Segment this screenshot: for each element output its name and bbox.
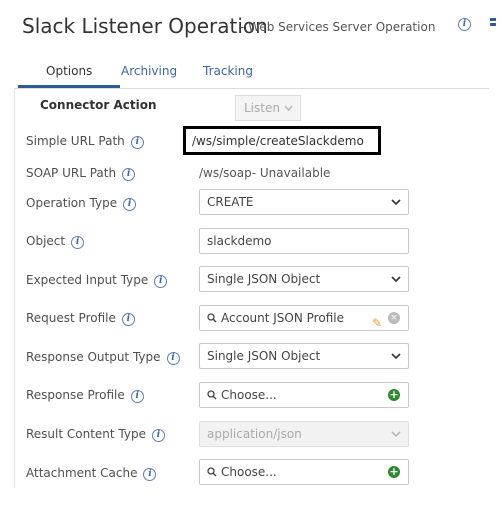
tab-divider xyxy=(14,88,489,89)
simple-url-path-value: /ws/simple/createSlackdemo xyxy=(192,134,364,148)
search-icon xyxy=(207,461,217,485)
info-icon[interactable]: i xyxy=(122,168,136,181)
title-info-icon[interactable]: i xyxy=(458,18,471,31)
response-output-type-select[interactable]: Single JSON Object xyxy=(199,343,409,369)
info-icon[interactable]: i xyxy=(130,136,144,149)
info-icon[interactable]: i xyxy=(130,390,144,403)
response-profile-picker[interactable]: Choose... + xyxy=(199,382,409,408)
info-icon[interactable]: i xyxy=(166,352,180,365)
connector-action-select: Listen xyxy=(235,95,301,121)
info-icon[interactable]: i xyxy=(121,313,135,326)
simple-url-path-label: Simple URL Path i xyxy=(26,134,144,149)
clear-icon[interactable]: × xyxy=(388,312,400,324)
tab-bar: Options Archiving Tracking xyxy=(18,60,488,88)
tab-archiving[interactable]: Archiving xyxy=(121,64,177,78)
response-profile-label: Response Profile i xyxy=(26,388,144,403)
page-title: Slack Listener Operation xyxy=(22,14,268,38)
add-icon[interactable]: + xyxy=(388,466,400,478)
add-icon[interactable]: + xyxy=(388,389,400,401)
result-content-type-select: application/json xyxy=(199,421,409,447)
result-content-type-label: Result Content Type i xyxy=(26,427,165,442)
tab-options[interactable]: Options xyxy=(46,64,92,78)
response-output-type-label: Response Output Type i xyxy=(26,350,180,365)
search-icon xyxy=(207,307,217,331)
connector-action-label: Connector Action xyxy=(40,98,157,112)
info-icon[interactable]: i xyxy=(123,198,137,211)
expected-input-type-select[interactable]: Single JSON Object xyxy=(199,266,409,292)
request-profile-label: Request Profile i xyxy=(26,311,135,326)
chevron-down-icon xyxy=(391,267,401,291)
menu-icon[interactable] xyxy=(490,18,496,30)
pencil-icon[interactable]: ✎ xyxy=(372,311,382,335)
operation-type-label: Operation Type i xyxy=(26,196,137,211)
object-label: Object i xyxy=(26,234,85,249)
chevron-down-icon xyxy=(284,96,293,120)
chevron-down-icon xyxy=(391,190,401,214)
panel-border xyxy=(14,88,15,488)
soap-url-path-value: /ws/soap- Unavailable xyxy=(199,166,331,180)
attachment-cache-label: Attachment Cache i xyxy=(26,466,157,481)
attachment-cache-picker[interactable]: Choose... + xyxy=(199,459,409,485)
soap-url-path-label: SOAP URL Path i xyxy=(26,166,136,181)
operation-type-select[interactable]: CREATE xyxy=(199,189,409,215)
page-subtitle: - Web Services Server Operation xyxy=(240,20,436,34)
chevron-down-icon xyxy=(391,422,401,446)
object-input[interactable]: slackdemo xyxy=(199,228,409,254)
info-icon[interactable]: i xyxy=(152,429,165,442)
info-icon[interactable]: i xyxy=(143,468,157,481)
search-icon xyxy=(207,384,217,408)
connector-action-value: Listen xyxy=(244,101,280,115)
tab-tracking[interactable]: Tracking xyxy=(203,64,253,78)
expected-input-type-label: Expected Input Type i xyxy=(26,273,168,288)
request-profile-picker[interactable]: Account JSON Profile ✎ × xyxy=(199,305,409,331)
info-icon[interactable]: i xyxy=(71,236,85,249)
chevron-down-icon xyxy=(391,344,401,368)
info-icon[interactable]: i xyxy=(154,275,168,288)
